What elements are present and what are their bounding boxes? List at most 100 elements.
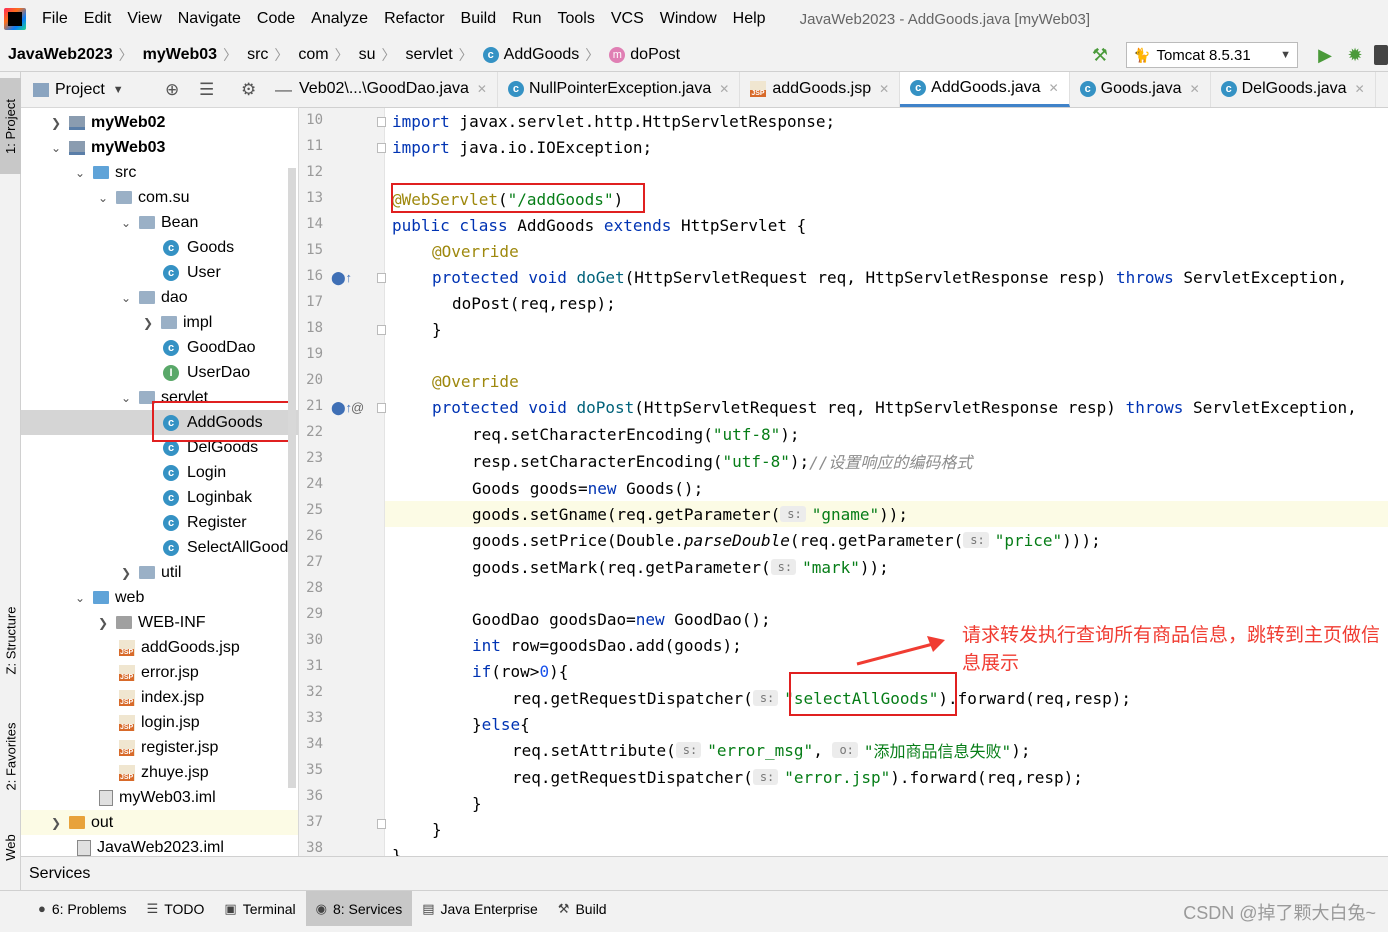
build-hammer-icon[interactable]: ⚒ [1088,45,1112,66]
menu-window[interactable]: Window [652,10,725,28]
services-panel-header[interactable]: Services [21,856,1388,890]
run-configuration-select[interactable]: 🐈 Tomcat 8.5.31 ▼ [1126,42,1298,68]
tool-tab-todo[interactable]: ☰ TODO [137,891,215,927]
breadcrumb-project[interactable]: JavaWeb2023 [0,46,117,64]
menu-tools[interactable]: Tools [549,10,602,28]
chevron-right-icon[interactable]: ❯ [49,116,63,130]
tool-tab-build[interactable]: ⚒ Build [548,891,617,927]
menu-refactor[interactable]: Refactor [376,10,452,28]
tree-item-myweb02[interactable]: ❯ myWeb02 [21,110,298,135]
tool-tab-java-enterprise[interactable]: ▤ Java Enterprise [412,891,548,927]
chevron-down-icon[interactable]: ⌄ [49,141,63,155]
menu-run[interactable]: Run [504,10,549,28]
tree-item-util[interactable]: ❯ util [21,560,298,585]
close-icon[interactable]: ✕ [1355,82,1365,96]
tree-item-web[interactable]: ⌄ web [21,585,298,610]
chevron-down-icon[interactable]: ⌄ [96,191,110,205]
debug-bug-icon[interactable]: ✹ [1340,45,1370,66]
override-marker-icon[interactable]: ⬤↑ [331,400,352,416]
tree-item-com-su[interactable]: ⌄ com.su [21,185,298,210]
tree-item-out[interactable]: ❯ out [21,810,298,835]
chevron-down-icon[interactable]: ⌄ [73,591,87,605]
tree-item-register[interactable]: c Register [21,510,298,535]
tab-gooddao[interactable]: Veb02\...\GoodDao.java ✕ [299,72,498,107]
menu-vcs[interactable]: VCS [603,10,652,28]
chevron-right-icon[interactable]: ❯ [141,316,155,330]
gear-icon[interactable]: ⚙ [241,80,256,100]
tree-scrollbar[interactable] [288,168,296,788]
chevron-right-icon[interactable]: ❯ [119,566,133,580]
close-icon[interactable]: ✕ [1190,82,1200,96]
chevron-down-icon[interactable]: ⌄ [119,291,133,305]
menu-build[interactable]: Build [453,10,505,28]
tree-item-web-inf[interactable]: ❯ WEB-INF [21,610,298,635]
locate-crosshair-icon[interactable]: ⊕ [165,80,179,100]
chevron-down-icon[interactable]: ⌄ [119,216,133,230]
menu-help[interactable]: Help [725,10,774,28]
project-panel-title[interactable]: Project [55,81,105,99]
web-mapping-icon[interactable]: @ [351,400,364,415]
tree-item-login-jsp[interactable]: login.jsp [21,710,298,735]
tool-tab-services[interactable]: ◉ 8: Services [305,890,413,927]
close-icon[interactable]: ✕ [477,82,487,96]
chevron-down-icon[interactable]: ⌄ [119,391,133,405]
override-marker-icon[interactable]: ⬤↑ [331,270,352,286]
menu-analyze[interactable]: Analyze [303,10,376,28]
tab-nullpointerexception[interactable]: c NullPointerException.java ✕ [498,72,741,107]
tree-item-userdao[interactable]: I UserDao [21,360,298,385]
menu-code[interactable]: Code [249,10,303,28]
tree-item-myweb03[interactable]: ⌄ myWeb03 [21,135,298,160]
hide-panel-icon[interactable]: — [275,80,292,100]
tab-delgoods-java[interactable]: c DelGoods.java ✕ [1211,72,1376,107]
run-icon[interactable]: ▶ [1310,45,1340,66]
breadcrumb-com[interactable]: com [290,46,332,64]
menu-edit[interactable]: Edit [76,10,120,28]
tree-item-zhuye-jsp[interactable]: zhuye.jsp [21,760,298,785]
tool-tab-project[interactable]: 1: Project [0,78,21,174]
close-icon[interactable]: ✕ [1049,81,1059,95]
tree-item-impl[interactable]: ❯ impl [21,310,298,335]
tree-item-javaweb2023-iml[interactable]: JavaWeb2023.iml [21,835,298,856]
chevron-right-icon[interactable]: ❯ [96,616,110,630]
menu-view[interactable]: View [119,10,169,28]
menu-navigate[interactable]: Navigate [170,10,249,28]
tool-tab-web[interactable]: Web [0,827,21,867]
tab-addgoods-jsp[interactable]: addGoods.jsp ✕ [740,72,901,107]
module-icon [69,140,85,155]
tab-addgoods-java[interactable]: c AddGoods.java ✕ [900,72,1070,107]
breadcrumb-method[interactable]: m doPost [601,46,684,64]
close-icon[interactable]: ✕ [879,82,889,96]
tree-item-selectallgoods[interactable]: c SelectAllGoods [21,535,298,560]
code-editor[interactable]: 10 11 12 13 14 15 16 17 18 19 20 21 22 2… [299,108,1388,856]
chevron-right-icon[interactable]: ❯ [49,816,63,830]
breadcrumb-servlet[interactable]: servlet [398,46,457,64]
tool-tab-terminal[interactable]: ▣ Terminal [214,891,305,927]
tree-item-index-jsp[interactable]: index.jsp [21,685,298,710]
tree-item-myweb03-iml[interactable]: myWeb03.iml [21,785,298,810]
more-actions-icon[interactable] [1374,45,1388,65]
tree-item-user[interactable]: c User [21,260,298,285]
tree-item-gooddao[interactable]: c GoodDao [21,335,298,360]
chevron-down-icon[interactable]: ⌄ [73,166,87,180]
tool-tab-problems[interactable]: ● 6: Problems [28,891,137,927]
tab-goods-java[interactable]: c Goods.java ✕ [1070,72,1211,107]
menu-file[interactable]: File [34,10,76,28]
tree-item-addgoods-jsp[interactable]: addGoods.jsp [21,635,298,660]
breadcrumb-su[interactable]: su [351,46,380,64]
tree-item-bean[interactable]: ⌄ Bean [21,210,298,235]
close-icon[interactable]: ✕ [719,82,729,96]
collapse-all-icon[interactable]: ☰ [199,80,214,100]
tree-item-error-jsp[interactable]: error.jsp [21,660,298,685]
tool-tab-structure[interactable]: Z: Structure [0,592,21,688]
tree-item-goods[interactable]: c Goods [21,235,298,260]
tool-tab-favorites[interactable]: 2: Favorites [0,708,21,804]
tree-item-register-jsp[interactable]: register.jsp [21,735,298,760]
dropdown-arrow-icon[interactable]: ▼ [113,84,124,96]
tree-item-login[interactable]: c Login [21,460,298,485]
tree-item-loginbak[interactable]: c Loginbak [21,485,298,510]
breadcrumb-module[interactable]: myWeb03 [135,46,221,64]
breadcrumb-src[interactable]: src [239,46,272,64]
breadcrumb-class[interactable]: c AddGoods [475,46,584,64]
tree-item-src[interactable]: ⌄ src [21,160,298,185]
tree-item-dao[interactable]: ⌄ dao [21,285,298,310]
